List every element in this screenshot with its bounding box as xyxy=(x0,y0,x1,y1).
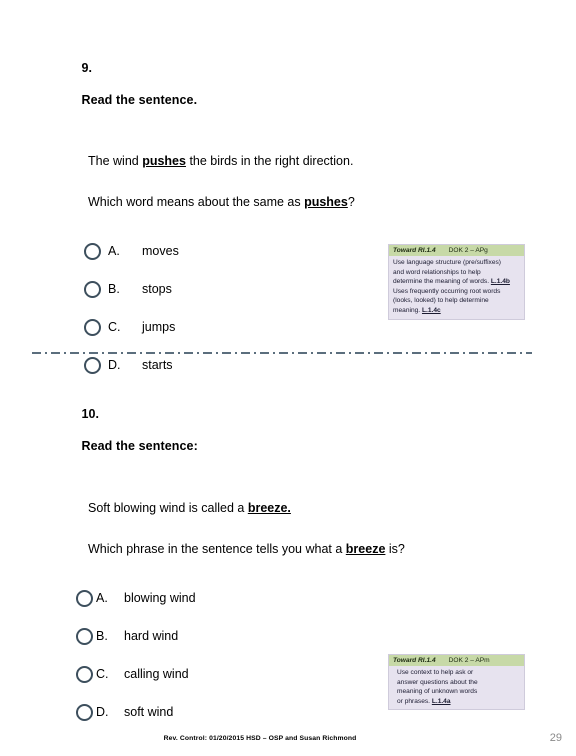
choice-10-c-text: calling wind xyxy=(124,667,189,681)
question-block-9: 9. Read the sentence. The wind pushes th… xyxy=(0,44,576,384)
question-10-prompt: Read the sentence: xyxy=(81,439,198,453)
choice-9-c-letter: C. xyxy=(108,320,121,334)
standard-10-line3: meaning of unknown words xyxy=(397,688,478,696)
footer-revision-control: Rev. Control: 01/20/2015 HSD – OSP and S… xyxy=(163,735,357,742)
standard-10-dok: DOK 2 – APm xyxy=(448,657,490,664)
standard-9-cc2[interactable]: L.1.4c xyxy=(422,307,441,314)
standard-callout-9-header: Toward RI.1.4 DOK 2 – APg xyxy=(389,245,524,256)
choice-10-d-text: soft wind xyxy=(124,705,174,719)
standard-9-line4: Uses frequently occurring root words xyxy=(393,287,501,295)
standard-callout-10: Toward RI.1.4 DOK 2 – APm Use context to… xyxy=(388,654,525,711)
standard-10-line2: answer questions about the xyxy=(397,678,478,686)
standard-callout-9-body: Use language structure (pre/suffixes) an… xyxy=(389,256,524,319)
page-number: 29 xyxy=(549,732,562,744)
choice-9-d-text: starts xyxy=(142,358,173,372)
radio-bubble-icon[interactable] xyxy=(84,318,101,336)
choice-9-a-text: moves xyxy=(142,244,179,258)
choice-10-a-text: blowing wind xyxy=(124,591,196,605)
standard-9-dok: DOK 2 – APg xyxy=(448,247,488,254)
q10-question-before: Which phrase in the sentence tells you w… xyxy=(88,542,346,556)
choice-10-c-letter: C. xyxy=(96,667,109,681)
radio-bubble-icon[interactable] xyxy=(76,627,93,645)
standard-10-line4: or phrases. xyxy=(397,697,432,705)
question-10-stimulus-sentence: Soft blowing wind is called a breeze. xyxy=(88,500,576,516)
radio-bubble-icon[interactable] xyxy=(84,280,101,298)
choice-10-a[interactable]: A. blowing wind xyxy=(76,579,576,617)
radio-bubble-icon[interactable] xyxy=(84,242,101,260)
worksheet-page: 9. Read the sentence. The wind pushes th… xyxy=(0,0,576,756)
choice-10-b[interactable]: B. hard wind xyxy=(76,617,576,655)
q10-sentence-before: Soft blowing wind is called a xyxy=(88,501,248,515)
question-9-question-text: Which word means about the same as pushe… xyxy=(88,194,576,210)
radio-bubble-icon[interactable] xyxy=(76,589,93,607)
standard-callout-10-header: Toward RI.1.4 DOK 2 – APm xyxy=(389,655,524,666)
choice-9-d-letter: D. xyxy=(108,358,121,372)
question-9-heading: 9. Read the sentence. xyxy=(60,44,576,124)
question-9-number: 9. xyxy=(81,61,93,75)
standard-9-line5: (looks, looked) to help determine xyxy=(393,297,489,305)
choice-10-b-text: hard wind xyxy=(124,629,179,643)
question-10-question-text: Which phrase in the sentence tells you w… xyxy=(88,541,576,557)
standard-9-line2: and word relationships to help xyxy=(393,268,481,276)
standard-9-cc1[interactable]: L.1.4b xyxy=(491,278,510,285)
q10-sentence-keyword: breeze. xyxy=(247,501,291,515)
standard-9-line1: Use language structure (pre/suffixes) xyxy=(393,259,501,266)
radio-bubble-icon[interactable] xyxy=(76,703,93,721)
q10-question-keyword: breeze xyxy=(345,542,386,556)
choice-10-a-letter: A. xyxy=(96,591,108,605)
choice-10-b-letter: B. xyxy=(96,629,108,643)
q9-sentence-before: The wind xyxy=(88,154,143,168)
standard-10-line1: Use context to help ask or xyxy=(397,669,474,676)
choice-9-b-text: stops xyxy=(142,282,172,296)
question-10-number: 10. xyxy=(81,407,100,421)
q10-question-after: is? xyxy=(385,542,405,556)
standard-10-cc1[interactable]: L.1.4a xyxy=(432,698,451,705)
q9-sentence-after: the birds in the right direction. xyxy=(185,154,354,168)
standard-10-code: Toward RI.1.4 xyxy=(393,657,436,664)
standard-callout-10-body: Use context to help ask or answer questi… xyxy=(389,666,524,709)
q9-question-before: Which word means about the same as xyxy=(88,195,305,209)
standard-9-line6: meaning. xyxy=(393,306,422,314)
choice-10-d-letter: D. xyxy=(96,705,109,719)
choice-9-a-letter: A. xyxy=(108,244,120,258)
standard-callout-9: Toward RI.1.4 DOK 2 – APg Use language s… xyxy=(388,244,525,320)
radio-bubble-icon[interactable] xyxy=(84,356,101,374)
q9-sentence-keyword: pushes xyxy=(142,154,186,168)
q9-question-keyword: pushes xyxy=(304,195,348,209)
q9-question-after: ? xyxy=(347,195,355,209)
question-9-stimulus-sentence: The wind pushes the birds in the right d… xyxy=(88,153,576,169)
question-9-prompt: Read the sentence. xyxy=(81,93,198,107)
standard-9-line3: determine the meaning of words. xyxy=(393,278,491,286)
standard-9-code: Toward RI.1.4 xyxy=(393,247,436,254)
section-divider xyxy=(32,352,532,354)
radio-bubble-icon[interactable] xyxy=(76,665,93,683)
choice-9-b-letter: B. xyxy=(108,282,120,296)
choice-9-c-text: jumps xyxy=(142,320,176,334)
question-10-heading: 10. Read the sentence: xyxy=(60,390,576,470)
